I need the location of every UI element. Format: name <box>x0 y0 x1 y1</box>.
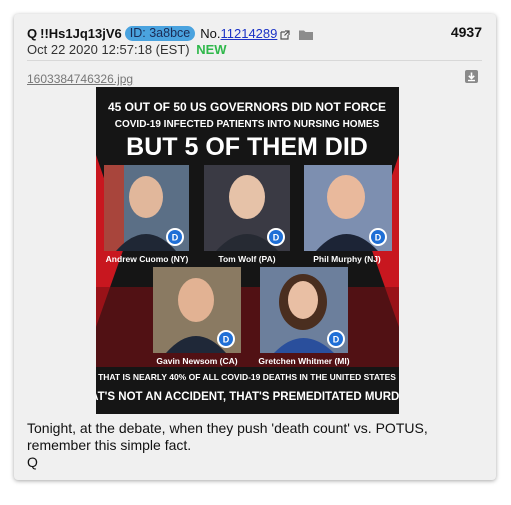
caption-cuomo: Andrew Cuomo (NY) <box>106 254 189 264</box>
post-body-line: remember this simple fact. <box>27 437 192 453</box>
header-divider <box>27 60 482 61</box>
party-badge-d: D <box>333 335 340 345</box>
poster-footer-2: THAT'S NOT AN ACCIDENT, THAT'S PREMEDITA… <box>96 391 399 403</box>
author-name: Q <box>27 25 38 41</box>
post-header: Q !!Hs1Jq13jV6 ID: 3a8bce No. 11214289 <box>27 24 314 42</box>
post-body-line: Tonight, at the debate, when they push '… <box>27 420 428 436</box>
party-badge-d: D <box>223 335 230 345</box>
external-link-icon-graphic <box>280 30 290 40</box>
caption-newsom: Gavin Newsom (CA) <box>156 356 237 366</box>
post-number-link[interactable]: 11214289 <box>220 26 277 41</box>
attachment-filename-link[interactable]: 1603384746326.jpg <box>27 72 133 86</box>
party-badge-d: D <box>273 233 280 243</box>
download-icon-graphic <box>468 72 475 82</box>
new-badge: NEW <box>196 42 227 57</box>
caption-wolf: Tom Wolf (PA) <box>218 254 275 264</box>
governors-poster: 45 OUT OF 50 US GOVERNORS DID NOT FORCE … <box>75 87 419 414</box>
post-signature: Q <box>27 454 38 470</box>
tripcode: !!Hs1Jq13jV6 <box>40 25 122 41</box>
post-number-label: No. <box>200 25 221 41</box>
download-icon[interactable] <box>465 70 478 83</box>
caption-murphy: Phil Murphy (NJ) <box>313 254 381 264</box>
poster-headline-1: 45 OUT OF 50 US GOVERNORS DID NOT FORCE <box>108 100 386 114</box>
post-count: 4937 <box>450 24 482 40</box>
folder-icon[interactable] <box>299 28 314 40</box>
attached-image[interactable]: 45 OUT OF 50 US GOVERNORS DID NOT FORCE … <box>75 87 419 414</box>
poster-footer-1: THAT IS NEARLY 40% OF ALL COVID-19 DEATH… <box>98 372 396 382</box>
poster-id-badge[interactable]: ID: 3a8bce <box>124 25 196 41</box>
caption-whitmer: Gretchen Whitmer (MI) <box>258 356 349 366</box>
post-container: Q !!Hs1Jq13jV6 ID: 3a8bce No. 11214289 4… <box>14 14 496 480</box>
lower-red-band <box>96 287 399 367</box>
poster-headline-big: BUT 5 OF THEM DID <box>126 133 368 161</box>
party-badge-d: D <box>375 233 382 243</box>
post-body: Tonight, at the debate, when they push '… <box>27 420 487 471</box>
post-timestamp: Oct 22 2020 12:57:18 (EST) <box>27 42 190 57</box>
external-link-icon[interactable] <box>280 28 290 40</box>
party-badge-d: D <box>172 233 179 243</box>
poster-headline-2: COVID-19 INFECTED PATIENTS INTO NURSING … <box>115 119 380 130</box>
folder-icon-graphic <box>299 30 314 40</box>
post-date-row: Oct 22 2020 12:57:18 (EST) NEW <box>27 42 227 57</box>
